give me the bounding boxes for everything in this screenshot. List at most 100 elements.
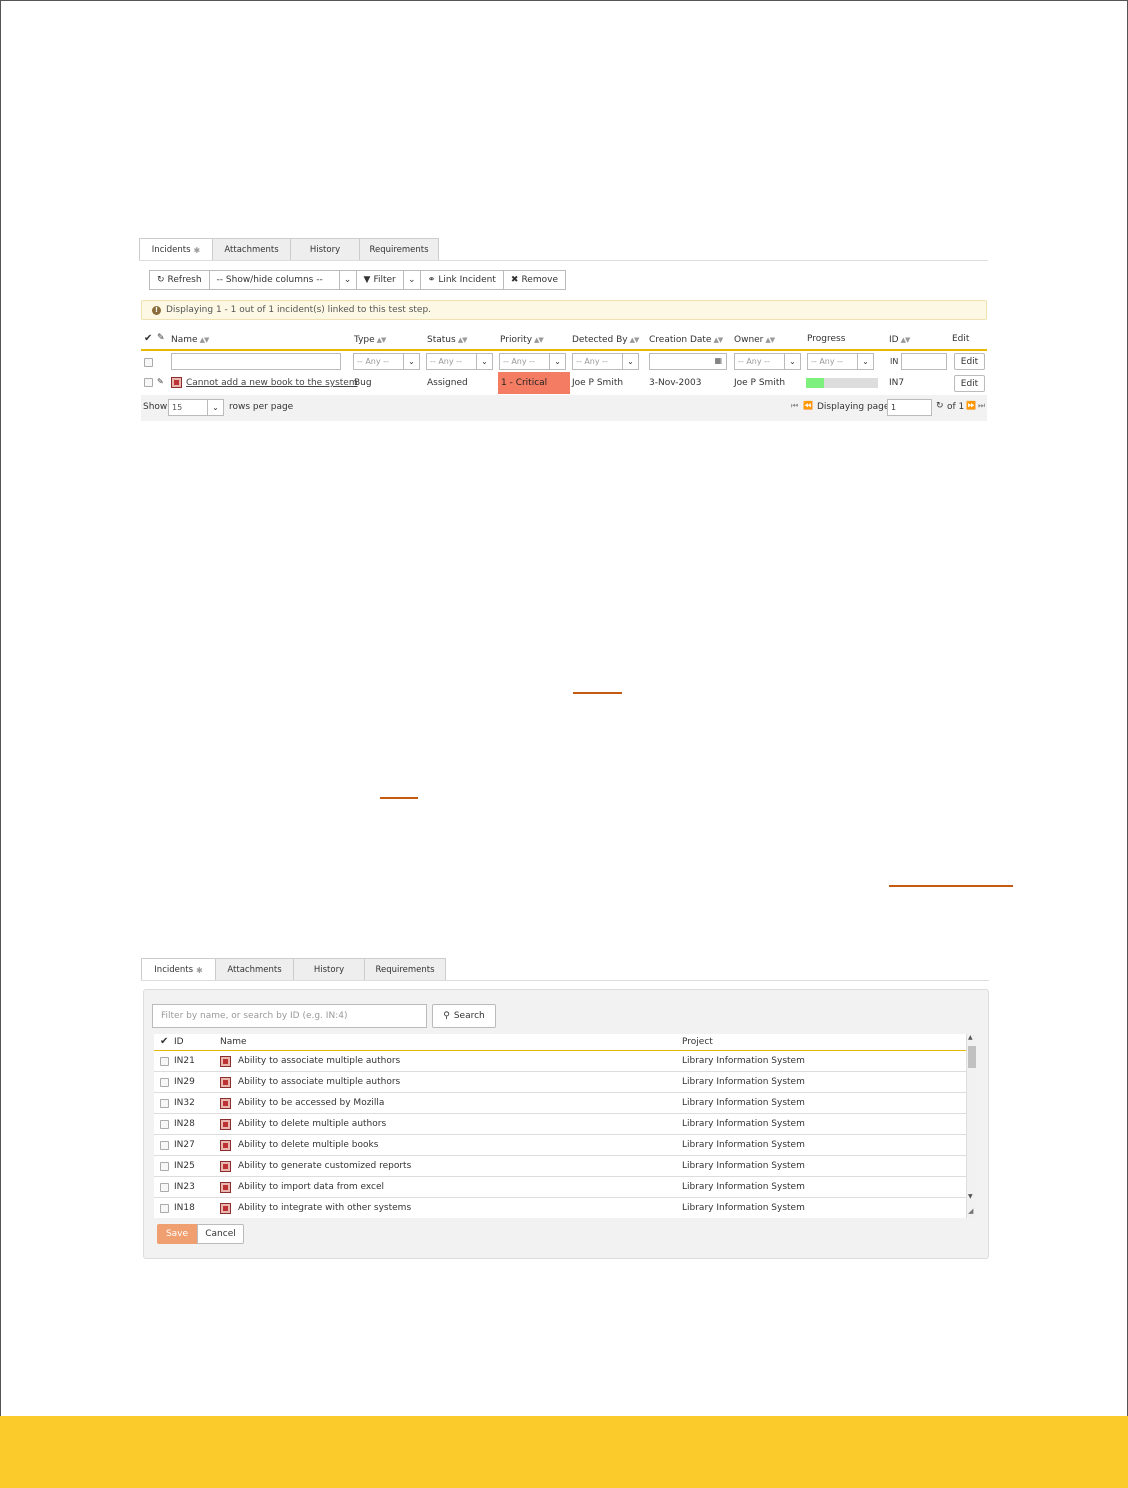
sort-icon[interactable]: ▲▼ bbox=[377, 336, 387, 344]
id-filter-input[interactable] bbox=[901, 353, 947, 370]
row-checkbox[interactable] bbox=[160, 1204, 169, 1213]
sort-icon[interactable]: ▲▼ bbox=[630, 336, 640, 344]
scroll-down-icon[interactable]: ▼ bbox=[968, 1193, 973, 1200]
table-row[interactable]: IN23 Ability to import data from excel Lib… bbox=[154, 1177, 966, 1198]
first-page-icon[interactable]: ⏮ bbox=[791, 401, 798, 411]
results-header: ✔ ID Name Project bbox=[154, 1034, 966, 1051]
row-checkbox[interactable] bbox=[160, 1162, 169, 1171]
row-edit-button[interactable]: Edit bbox=[954, 375, 985, 392]
incident-icon bbox=[220, 1182, 231, 1193]
row-checkbox[interactable] bbox=[160, 1057, 169, 1066]
tab-history[interactable]: History bbox=[293, 958, 365, 980]
progress-filter-select[interactable]: -- Any -- ⌄ bbox=[807, 353, 874, 370]
resize-handle-icon[interactable]: ◢ bbox=[968, 1207, 973, 1215]
search-button[interactable]: ⚲ Search bbox=[432, 1004, 496, 1028]
header-label: Edit bbox=[952, 334, 970, 344]
incident-icon bbox=[171, 377, 182, 388]
header-label: Progress bbox=[807, 334, 846, 344]
show-hide-dropdown-button[interactable]: ⌄ bbox=[338, 270, 357, 290]
sort-icon[interactable]: ▲▼ bbox=[534, 336, 544, 344]
select-all-check-icon[interactable]: ✔ bbox=[144, 333, 152, 344]
sort-icon[interactable]: ▲▼ bbox=[458, 336, 468, 344]
tab-label: Attachments bbox=[227, 964, 282, 975]
next-page-icon[interactable]: ⏩ bbox=[966, 401, 976, 410]
row-checkbox[interactable] bbox=[160, 1141, 169, 1150]
cancel-button[interactable]: Cancel bbox=[197, 1224, 244, 1244]
sort-icon[interactable]: ▲▼ bbox=[901, 336, 911, 344]
tab-history[interactable]: History bbox=[290, 238, 360, 260]
owner-filter-select[interactable]: -- Any -- ⌄ bbox=[734, 353, 801, 370]
tab-incidents[interactable]: Incidents ✱ bbox=[141, 958, 216, 981]
table-row[interactable]: IN32 Ability to be accessed by Mozilla Lib… bbox=[154, 1093, 966, 1114]
scrollbar[interactable]: ▲ ▼ ◢ bbox=[966, 1034, 976, 1218]
sort-icon[interactable]: ▲▼ bbox=[200, 336, 210, 344]
tab-incidents[interactable]: Incidents ✱ bbox=[139, 238, 213, 261]
priority-badge: 1 - Critical bbox=[498, 372, 570, 394]
progress-bar bbox=[806, 378, 878, 388]
status-filter-select[interactable]: -- Any -- ⌄ bbox=[426, 353, 493, 370]
name-filter-input[interactable] bbox=[171, 353, 341, 370]
select-value: -- Any -- bbox=[738, 357, 770, 366]
tab-bar: Incidents ✱ Attachments History Requireme… bbox=[139, 238, 439, 261]
row-checkbox[interactable] bbox=[144, 378, 153, 387]
priority-filter-select[interactable]: -- Any -- ⌄ bbox=[499, 353, 566, 370]
column-header-name[interactable]: Name ▲▼ bbox=[171, 335, 210, 345]
page-number-input[interactable]: 1 bbox=[887, 399, 932, 416]
tab-requirements[interactable]: Requirements bbox=[359, 238, 439, 260]
column-header-owner[interactable]: Owner ▲▼ bbox=[734, 335, 775, 345]
header-label: ID bbox=[889, 335, 899, 345]
refresh-button[interactable]: ↻ Refresh bbox=[149, 270, 210, 290]
filter-button[interactable]: ▼ Filter bbox=[355, 270, 404, 290]
table-row[interactable]: IN29 Ability to associate multiple author… bbox=[154, 1072, 966, 1093]
tab-requirements[interactable]: Requirements bbox=[364, 958, 446, 980]
show-hide-columns-select[interactable]: -- Show/hide columns -- bbox=[208, 270, 340, 290]
calendar-icon[interactable]: ▦ bbox=[714, 356, 722, 365]
column-header-creation-date[interactable]: Creation Date ▲▼ bbox=[649, 335, 723, 345]
type-filter-select[interactable]: -- Any -- ⌄ bbox=[353, 353, 420, 370]
incident-project: Library Information System bbox=[682, 1056, 805, 1066]
rows-per-page-select[interactable]: 15 ⌄ bbox=[168, 399, 224, 416]
row-checkbox[interactable] bbox=[160, 1183, 169, 1192]
page-frame bbox=[0, 0, 1128, 1488]
header-label: Creation Date bbox=[649, 335, 712, 345]
link-incident-button[interactable]: ⚭ Link Incident bbox=[419, 270, 504, 290]
remove-button[interactable]: ✖ Remove bbox=[502, 270, 566, 290]
search-input[interactable]: Filter by name, or search by ID (e.g. IN… bbox=[152, 1004, 427, 1028]
row-checkbox[interactable] bbox=[160, 1120, 169, 1129]
column-header-priority[interactable]: Priority ▲▼ bbox=[500, 335, 544, 345]
table-row[interactable]: IN25 Ability to generate customized repor… bbox=[154, 1156, 966, 1177]
header-label: Detected By bbox=[572, 335, 628, 345]
detected-by-filter-select[interactable]: -- Any -- ⌄ bbox=[572, 353, 639, 370]
tab-attachments[interactable]: Attachments bbox=[212, 238, 291, 260]
column-header-status[interactable]: Status ▲▼ bbox=[427, 335, 468, 345]
sort-icon[interactable]: ▲▼ bbox=[713, 336, 723, 344]
table-row[interactable]: IN21 Ability to associate multiple author… bbox=[154, 1051, 966, 1072]
table-row[interactable]: IN27 Ability to delete multiple books Libr… bbox=[154, 1135, 966, 1156]
filter-dropdown-button[interactable]: ⌄ bbox=[402, 270, 421, 290]
select-all-check-icon[interactable]: ✔ bbox=[160, 1036, 168, 1047]
creation-date-filter-input[interactable]: ▦ bbox=[649, 353, 727, 370]
table-row[interactable]: IN18 Ability to integrate with other syst… bbox=[154, 1198, 966, 1218]
filter-edit-button[interactable]: Edit bbox=[954, 353, 985, 370]
refresh-icon[interactable]: ↻ bbox=[936, 401, 944, 411]
chevron-down-icon: ⌄ bbox=[622, 354, 638, 369]
incident-name-link[interactable]: Cannot add a new book to the system bbox=[186, 378, 358, 388]
table-row[interactable]: IN28 Ability to delete multiple authors Li… bbox=[154, 1114, 966, 1135]
incident-id: IN32 bbox=[174, 1098, 195, 1108]
tab-label: Incidents bbox=[154, 965, 193, 975]
row-checkbox[interactable] bbox=[160, 1078, 169, 1087]
scroll-up-icon[interactable]: ▲ bbox=[968, 1034, 973, 1041]
column-header-detected-by[interactable]: Detected By ▲▼ bbox=[572, 335, 640, 345]
scroll-thumb[interactable] bbox=[968, 1046, 976, 1068]
previous-page-icon[interactable]: ⏪ bbox=[803, 401, 813, 410]
last-page-icon[interactable]: ⏭ bbox=[978, 401, 985, 411]
column-header-type[interactable]: Type ▲▼ bbox=[354, 335, 387, 345]
incident-project: Library Information System bbox=[682, 1203, 805, 1213]
filter-row-checkbox[interactable] bbox=[144, 358, 153, 367]
column-header-id[interactable]: ID ▲▼ bbox=[889, 335, 911, 345]
tab-attachments[interactable]: Attachments bbox=[215, 958, 294, 980]
chevron-down-icon: ⌄ bbox=[784, 354, 800, 369]
save-button[interactable]: Save bbox=[157, 1224, 197, 1244]
row-checkbox[interactable] bbox=[160, 1099, 169, 1108]
sort-icon[interactable]: ▲▼ bbox=[765, 336, 775, 344]
